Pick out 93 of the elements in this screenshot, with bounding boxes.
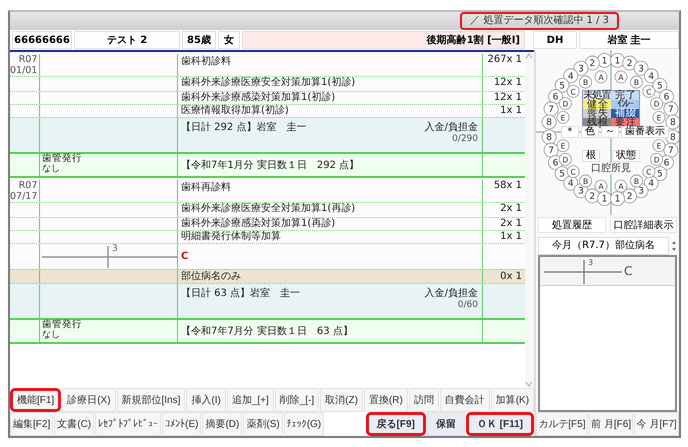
function-key[interactable]: 置換(R) bbox=[364, 388, 408, 412]
legend-swatch[interactable]: 要 注 bbox=[611, 118, 639, 127]
chart-tool-button[interactable]: 根 bbox=[582, 150, 600, 162]
function-key[interactable]: 薬剤(S) bbox=[243, 412, 283, 436]
procedure-amount: 267x 1 bbox=[487, 54, 522, 65]
daily-total: 【日計 292 点】岩室 圭一 bbox=[181, 120, 306, 135]
visit-date: R07 01/01 bbox=[10, 54, 38, 76]
chart-tool-button[interactable]: 色 bbox=[581, 126, 599, 138]
monthly-label: 歯管発行 bbox=[42, 154, 83, 164]
function-key[interactable]: 診療日(X) bbox=[62, 388, 116, 412]
nav-button[interactable]: カルテ[F5] bbox=[536, 412, 588, 436]
monthly-total: 【令和7年7月分 実日数１日 63 点】 bbox=[181, 324, 353, 338]
tooth-button[interactable]: 8 bbox=[665, 114, 679, 130]
tooth-button[interactable]: 8 bbox=[542, 114, 557, 130]
function-key[interactable]: 訪問 bbox=[408, 388, 439, 412]
action-button[interactable]: 戻る[F9] bbox=[366, 412, 426, 436]
payment-amount: 0/290 bbox=[452, 134, 478, 144]
function-key[interactable]: 加算(K) bbox=[490, 388, 534, 412]
tooth-button[interactable]: 8 bbox=[542, 130, 557, 144]
monthly-label: 歯管発行 bbox=[42, 320, 83, 330]
payment-label: 入金/負担金 bbox=[424, 120, 478, 134]
procedure-amount: 2x 1 bbox=[500, 218, 522, 229]
legend-swatch[interactable]: 喪 失 bbox=[583, 109, 611, 118]
procedure-amount: 12x 1 bbox=[494, 77, 522, 88]
function-key[interactable]: 取消(Z) bbox=[320, 388, 363, 412]
tooth-button[interactable]: 1 bbox=[610, 191, 625, 206]
tooth-number: 3 bbox=[112, 244, 118, 254]
procedure-amount: 1x 1 bbox=[500, 231, 522, 242]
diagnosis-code: C bbox=[181, 251, 188, 262]
monthly-total: 【令和7年1月分 実日数１日 292 点】 bbox=[181, 158, 360, 172]
procedure-name: 歯科外来診療医療安全対策加算1(初診) bbox=[181, 77, 356, 88]
patient-id: 66666666 bbox=[12, 31, 72, 49]
tooth-button[interactable]: 7 bbox=[544, 102, 559, 116]
scroll-up-icon[interactable] bbox=[525, 52, 533, 60]
legend-swatch[interactable]: ｲﾝﾚｰ bbox=[611, 100, 639, 109]
function-key[interactable]: 編集[F2] bbox=[10, 412, 54, 436]
procedure-amount: 12x 1 bbox=[494, 92, 522, 103]
procedure-amount: 58x 1 bbox=[494, 180, 522, 191]
procedure-name: 歯科外来診療医療安全対策加算1(再診) bbox=[181, 203, 356, 214]
action-button[interactable]: ＯＫ [F11] bbox=[466, 412, 534, 436]
nav-button[interactable]: 今 月[F7] bbox=[634, 412, 679, 436]
function-key[interactable]: ﾚｾﾌﾟﾄﾌﾟﾚﾋﾞｭｰ bbox=[95, 412, 162, 436]
procedure-amount: 1x 1 bbox=[500, 105, 522, 116]
patient-sex: 女 bbox=[218, 31, 240, 49]
monthly-sub: なし bbox=[42, 330, 61, 340]
insurance-label: 後期高齢1割 [一般Ⅰ] bbox=[242, 31, 525, 49]
monthly-sub: なし bbox=[42, 164, 61, 174]
function-key[interactable]: 削除_[-] bbox=[274, 388, 320, 412]
chart-tool-button[interactable]: 状態 bbox=[612, 150, 640, 162]
staff-role: DH bbox=[533, 31, 577, 49]
function-key[interactable]: 自費会計 bbox=[440, 388, 490, 412]
legend-swatch[interactable]: 未処置 bbox=[583, 91, 611, 100]
function-key[interactable]: 新規部位[Ins] bbox=[116, 388, 186, 412]
procedure-name: 歯科初診料 bbox=[181, 56, 231, 67]
tooth-number: 3 bbox=[588, 258, 594, 267]
diagnosis-code: C bbox=[624, 264, 632, 278]
legend-swatch[interactable]: 完 了 bbox=[611, 91, 639, 100]
patient-age: 85歳 bbox=[182, 31, 216, 49]
site-list-header[interactable]: 今月（R7.7）部位病名 bbox=[538, 237, 669, 255]
legend-swatch[interactable]: 健 全 bbox=[583, 100, 611, 109]
daily-total: 【日計 63 点】岩室 圭一 bbox=[181, 286, 300, 301]
action-button[interactable]: 保留 bbox=[426, 412, 465, 436]
staff-name: 岩室 圭一 bbox=[579, 31, 679, 49]
procedure-name: 歯科外来診療感染対策加算1(再診) bbox=[181, 218, 336, 229]
function-key[interactable]: ﾁｪｯｸ(G) bbox=[284, 412, 324, 436]
chart-caption: 口腔所見 bbox=[591, 164, 631, 174]
procedure-name: 医療情報取得加算(初診) bbox=[181, 105, 289, 116]
procedure-amount: 0x 1 bbox=[500, 271, 522, 282]
payment-amount: 0/60 bbox=[458, 300, 478, 310]
procedure-name: 歯科外来診療感染対策加算1(初診) bbox=[181, 92, 336, 103]
function-key[interactable]: ｺﾒﾝﾄ(E) bbox=[162, 412, 202, 436]
function-key[interactable]: 追加_[+] bbox=[226, 388, 274, 412]
nav-button[interactable]: 前 月[F6] bbox=[588, 412, 634, 436]
function-key[interactable]: 摘要(D) bbox=[202, 412, 242, 436]
patient-name: テスト 2 bbox=[74, 31, 180, 49]
function-key[interactable]: 挿入(I) bbox=[186, 388, 226, 412]
procedure-name: 歯科再診料 bbox=[181, 182, 231, 193]
chart-tool-button[interactable]: ＊ bbox=[561, 126, 579, 138]
procedure-name: 明細書発行体制等加算 bbox=[181, 231, 281, 242]
spinner-icon[interactable] bbox=[671, 239, 677, 253]
status-text: ／ 処置データ順次確認中 1 / 3 bbox=[460, 12, 619, 30]
panel-button[interactable]: 処置履歴 bbox=[538, 217, 606, 233]
legend-swatch[interactable]: 補 綴 bbox=[611, 109, 639, 118]
chart-tool-button[interactable]: ～ bbox=[601, 126, 619, 138]
function-key[interactable]: 機能[F1] bbox=[10, 388, 62, 412]
procedure-name: 部位病名のみ bbox=[181, 271, 241, 282]
procedure-amount: 2x 1 bbox=[500, 203, 522, 214]
function-key[interactable]: 文書(C) bbox=[54, 412, 94, 436]
panel-button[interactable]: 口腔詳細表示 bbox=[610, 217, 677, 233]
scroll-down-icon[interactable] bbox=[525, 380, 533, 388]
payment-label: 入金/負担金 bbox=[424, 286, 478, 300]
legend-swatch[interactable]: 残 根 bbox=[583, 118, 611, 127]
visit-date: R07 07/17 bbox=[10, 180, 38, 202]
